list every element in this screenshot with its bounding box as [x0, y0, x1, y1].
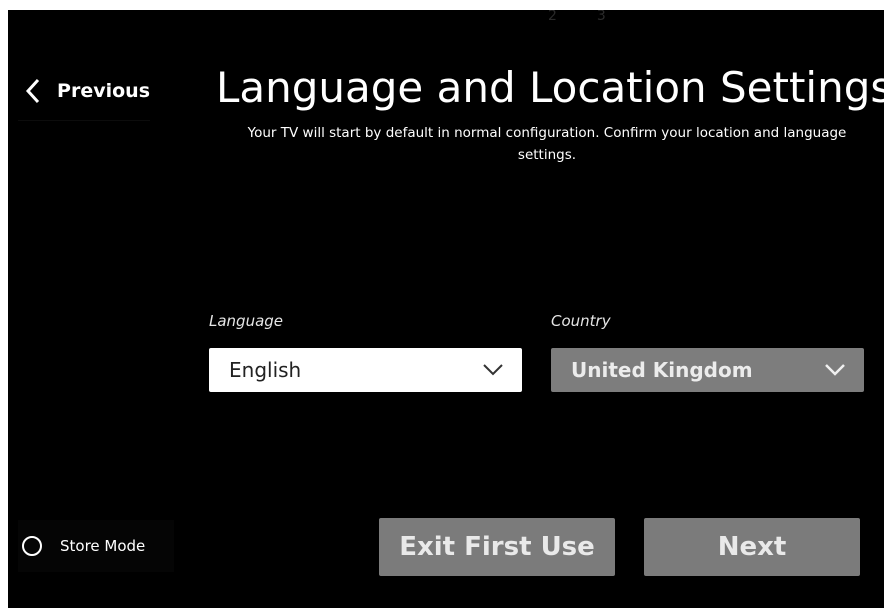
previous-button[interactable]: Previous [18, 62, 150, 121]
store-mode-option[interactable]: Store Mode [18, 520, 174, 572]
exit-first-use-button[interactable]: Exit First Use [379, 518, 615, 576]
previous-label: Previous [57, 80, 150, 102]
store-mode-label: Store Mode [60, 537, 146, 555]
radio-unchecked-icon[interactable] [22, 536, 42, 556]
country-value: United Kingdom [571, 358, 753, 382]
step-number: 2 [548, 10, 597, 24]
language-label: Language [209, 312, 284, 330]
step-number: 3 [596, 10, 646, 24]
country-label: Country [551, 312, 611, 330]
language-select[interactable]: English [209, 348, 522, 392]
tv-setup-screen: 23 Previous Language and Location Settin… [8, 10, 884, 608]
step-indicator: 23 [548, 10, 646, 24]
chevron-down-icon [482, 358, 504, 382]
page-subtitle: Your TV will start by default in normal … [247, 125, 847, 163]
next-button[interactable]: Next [644, 518, 860, 576]
chevron-down-icon [824, 358, 846, 382]
chevron-left-icon [24, 76, 49, 106]
page-title: Language and Location Settings [216, 63, 884, 112]
language-value: English [229, 358, 302, 382]
country-select[interactable]: United Kingdom [551, 348, 864, 392]
